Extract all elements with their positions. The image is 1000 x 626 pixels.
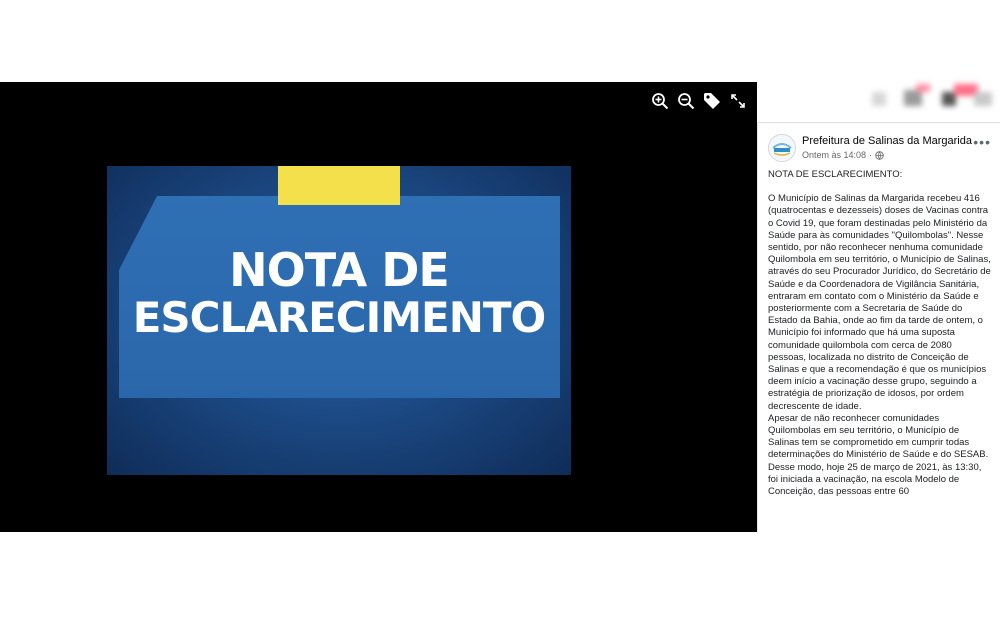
zoom-out-icon[interactable]: [675, 90, 697, 112]
viewer-toolbar: [649, 90, 749, 112]
page-logo-icon: [769, 135, 795, 161]
tag-icon[interactable]: [701, 90, 723, 112]
zoom-in-icon[interactable]: [649, 90, 671, 112]
post-paragraph-2: Apesar de não reconhecer comunidades Qui…: [768, 412, 989, 498]
headline-line-1: NOTA DE: [229, 243, 450, 297]
photo-viewer: NOTA DE ESCLARECIMENTO: [0, 82, 757, 532]
post-paragraph-1: O Município de Salinas da Margarida rece…: [768, 193, 991, 412]
image-headline: NOTA DE ESCLARECIMENTO: [107, 246, 571, 342]
post-header: Prefeitura de Salinas da Margarida Ontem…: [758, 123, 1000, 169]
globe-icon: [875, 150, 884, 160]
blurred-header-icons: [862, 78, 1000, 114]
more-options-icon[interactable]: •••: [973, 135, 991, 149]
post-image: NOTA DE ESCLARECIMENTO: [107, 166, 571, 475]
post-text: NOTA DE ESCLARECIMENTO: O Município de S…: [758, 169, 1000, 498]
post-meta: Ontem às 14:08 ·: [802, 150, 884, 160]
page-avatar[interactable]: [768, 134, 796, 162]
fullscreen-icon[interactable]: [727, 90, 749, 112]
post-title: NOTA DE ESCLARECIMENTO:: [768, 169, 903, 180]
image-yellow-tab: [278, 166, 400, 205]
page-name-link[interactable]: Prefeitura de Salinas da Margarida: [802, 135, 972, 147]
post-timestamp[interactable]: Ontem às 14:08: [802, 150, 866, 160]
post-panel: Prefeitura de Salinas da Margarida Ontem…: [757, 122, 1000, 533]
headline-line-2: ESCLARECIMENTO: [132, 293, 547, 342]
